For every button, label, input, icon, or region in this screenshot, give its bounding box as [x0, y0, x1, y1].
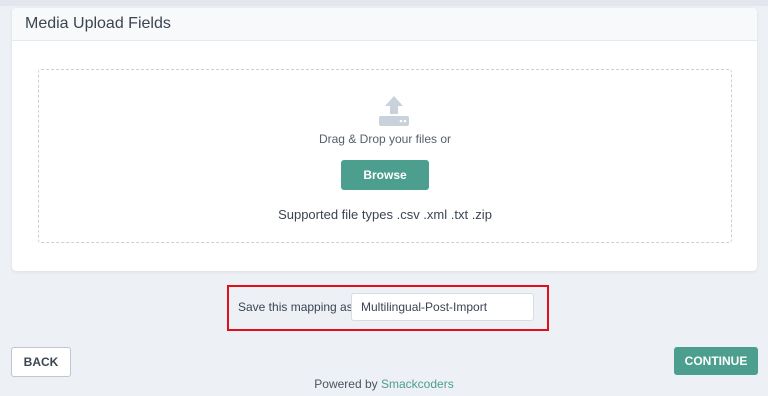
media-upload-card: Media Upload Fields Drag & Drop your fil…	[12, 8, 757, 271]
drag-drop-text: Drag & Drop your files or	[318, 132, 452, 146]
smackcoders-link[interactable]: Smackcoders	[381, 377, 454, 391]
card-title: Media Upload Fields	[12, 8, 757, 41]
save-mapping-label: Save this mapping as	[238, 300, 353, 314]
upload-icon	[379, 96, 409, 126]
continue-button[interactable]: CONTINUE	[674, 347, 758, 375]
supported-file-types: Supported file types .csv .xml .txt .zip	[278, 207, 492, 222]
mapping-name-input[interactable]	[351, 293, 534, 321]
save-mapping-section: Save this mapping as	[227, 285, 549, 331]
top-strip	[0, 0, 768, 6]
footer: Powered by Smackcoders	[0, 377, 768, 391]
browse-button[interactable]: Browse	[341, 160, 429, 190]
back-button[interactable]: BACK	[11, 347, 71, 377]
footer-prefix: Powered by	[314, 377, 378, 391]
file-dropzone[interactable]: Drag & Drop your files or Browse Support…	[38, 69, 732, 243]
